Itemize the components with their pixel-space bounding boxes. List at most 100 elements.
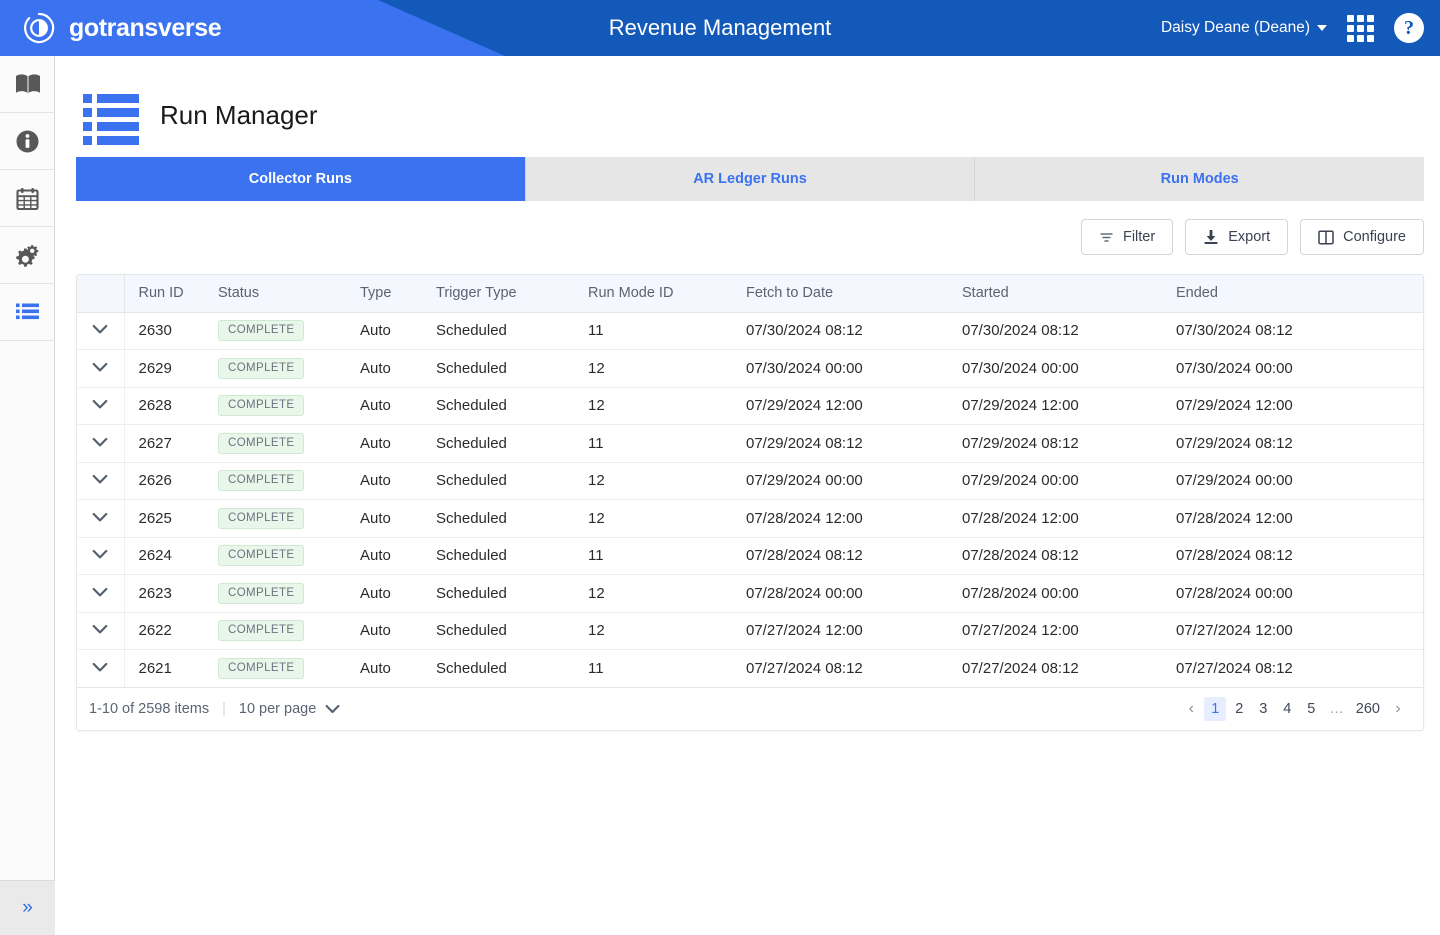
chevron-down-icon[interactable] xyxy=(92,399,108,410)
grid-apps-icon[interactable] xyxy=(1347,14,1374,42)
app-header: gotransverse Revenue Management Daisy De… xyxy=(0,0,1440,56)
cell-started: 07/29/2024 08:12 xyxy=(962,424,1176,463)
table-row[interactable]: 2623 COMPLETE Auto Scheduled 12 07/28/2024 00… xyxy=(77,574,1423,613)
row-expand-cell[interactable] xyxy=(77,649,125,688)
chevron-down-icon[interactable] xyxy=(92,624,108,635)
status-badge: COMPLETE xyxy=(218,470,305,492)
runs-table-card: Run ID Status Type Trigger Type Run Mode… xyxy=(76,274,1424,731)
row-expand-cell[interactable] xyxy=(77,312,125,350)
column-trigger-type[interactable]: Trigger Type xyxy=(436,275,588,313)
chevron-down-icon[interactable] xyxy=(92,474,108,485)
cell-started: 07/28/2024 08:12 xyxy=(962,537,1176,575)
cell-started: 07/28/2024 12:00 xyxy=(962,499,1176,538)
pagination-prev[interactable]: ‹ xyxy=(1180,697,1202,721)
pagination-next[interactable]: › xyxy=(1387,697,1409,721)
table-row[interactable]: 2621 COMPLETE Auto Scheduled 11 07/27/2024 08… xyxy=(77,649,1423,688)
row-expand-cell[interactable] xyxy=(77,537,125,575)
cell-fetch-to-date: 07/27/2024 08:12 xyxy=(746,649,962,688)
cell-type: Auto xyxy=(360,574,436,613)
row-expand-cell[interactable] xyxy=(77,462,125,500)
chevron-down-icon[interactable] xyxy=(92,512,108,523)
table-row[interactable]: 2626 COMPLETE Auto Scheduled 12 07/29/2024 00… xyxy=(77,462,1423,500)
sidebar-item-catalog[interactable] xyxy=(0,56,55,113)
pagination-page[interactable]: 3 xyxy=(1252,697,1274,721)
chevron-down-icon[interactable] xyxy=(92,324,108,335)
column-run-mode-id[interactable]: Run Mode ID xyxy=(588,275,746,313)
gears-icon xyxy=(16,244,39,267)
cell-run-id: 2628 xyxy=(124,387,218,425)
cell-run-id: 2622 xyxy=(124,612,218,650)
column-fetch-to-date[interactable]: Fetch to Date xyxy=(746,275,962,313)
row-expand-cell[interactable] xyxy=(77,387,125,425)
cell-run-id: 2626 xyxy=(124,462,218,500)
cell-started: 07/29/2024 00:00 xyxy=(962,462,1176,500)
table-row[interactable]: 2622 COMPLETE Auto Scheduled 12 07/27/2024 12… xyxy=(77,612,1423,650)
status-badge: COMPLETE xyxy=(218,545,305,567)
row-expand-cell[interactable] xyxy=(77,499,125,538)
row-expand-cell[interactable] xyxy=(77,574,125,613)
row-expand-cell[interactable] xyxy=(77,612,125,650)
filter-button[interactable]: Filter xyxy=(1080,219,1174,255)
tab-ar-ledger-runs[interactable]: AR Ledger Runs xyxy=(525,157,976,201)
chevron-down-icon[interactable] xyxy=(92,662,108,673)
cell-ended: 07/28/2024 00:00 xyxy=(1176,574,1423,613)
sidebar-item-calendar[interactable] xyxy=(0,170,55,227)
status-badge: COMPLETE xyxy=(218,620,305,642)
cell-started: 07/29/2024 12:00 xyxy=(962,387,1176,425)
chevron-down-icon[interactable] xyxy=(92,362,108,373)
cell-status: COMPLETE xyxy=(218,424,360,463)
column-run-id[interactable]: Run ID xyxy=(124,275,218,313)
tab-collector-runs[interactable]: Collector Runs xyxy=(76,157,526,201)
cell-type: Auto xyxy=(360,424,436,463)
export-button-label: Export xyxy=(1228,229,1271,245)
column-type[interactable]: Type xyxy=(360,275,436,313)
user-name-label: Daisy Deane (Deane) xyxy=(1160,19,1310,36)
column-status[interactable]: Status xyxy=(218,275,360,313)
tab-bar: Collector Runs AR Ledger Runs Run Modes xyxy=(76,157,1425,201)
export-button[interactable]: Export xyxy=(1185,219,1289,255)
table-row[interactable]: 2624 COMPLETE Auto Scheduled 11 07/28/2024 08… xyxy=(77,537,1423,575)
circle-swoosh-logo-icon xyxy=(24,12,55,44)
configure-button[interactable]: Configure xyxy=(1300,219,1424,255)
columns-icon xyxy=(1318,230,1334,244)
configure-button-label: Configure xyxy=(1343,229,1406,245)
cell-status: COMPLETE xyxy=(218,537,360,575)
chevron-down-icon xyxy=(325,704,340,714)
row-expand-cell[interactable] xyxy=(77,424,125,463)
column-ended[interactable]: Ended xyxy=(1176,275,1423,313)
pagination-page[interactable]: 2 xyxy=(1228,697,1250,721)
list-blue-icon xyxy=(83,94,139,145)
pagination-page[interactable]: 1 xyxy=(1204,696,1227,721)
help-question-icon[interactable]: ? xyxy=(1394,13,1424,43)
sidebar-expand-toggle[interactable]: » xyxy=(0,880,55,935)
column-started[interactable]: Started xyxy=(962,275,1176,313)
cell-trigger-type: Scheduled xyxy=(436,537,588,575)
pagination-summary: 1-10 of 2598 items | 10 per page xyxy=(89,701,340,717)
column-expand xyxy=(77,275,125,313)
table-row[interactable]: 2628 COMPLETE Auto Scheduled 12 07/29/2024 12… xyxy=(77,387,1423,425)
pagination-page[interactable]: 260 xyxy=(1351,697,1385,721)
tab-run-modes[interactable]: Run Modes xyxy=(975,157,1425,201)
row-expand-cell[interactable] xyxy=(77,349,125,388)
brand[interactable]: gotransverse xyxy=(22,0,222,56)
table-row[interactable]: 2627 COMPLETE Auto Scheduled 11 07/29/2024 08… xyxy=(77,424,1423,463)
item-range-label: 1-10 of 2598 items xyxy=(89,700,210,717)
table-row[interactable]: 2629 COMPLETE Auto Scheduled 12 07/30/2024 00… xyxy=(77,349,1423,388)
pagination-page[interactable]: 5 xyxy=(1300,697,1322,721)
user-menu[interactable]: Daisy Deane (Deane) xyxy=(1161,19,1327,37)
cell-run-mode-id: 11 xyxy=(588,537,746,575)
cell-ended: 07/28/2024 12:00 xyxy=(1176,499,1423,538)
pagination-page[interactable]: 4 xyxy=(1276,697,1298,721)
table-row[interactable]: 2630 COMPLETE Auto Scheduled 11 07/30/2024 08… xyxy=(77,312,1423,350)
chevron-down-icon[interactable] xyxy=(92,549,108,560)
cell-fetch-to-date: 07/29/2024 12:00 xyxy=(746,387,962,425)
sidebar-item-run-manager[interactable] xyxy=(0,284,55,341)
chevron-down-icon[interactable] xyxy=(92,587,108,598)
cell-trigger-type: Scheduled xyxy=(436,499,588,538)
per-page-selector[interactable]: 10 per page xyxy=(239,701,340,717)
sidebar-item-information[interactable] xyxy=(0,113,55,170)
table-row[interactable]: 2625 COMPLETE Auto Scheduled 12 07/28/2024 12… xyxy=(77,499,1423,538)
chevron-down-icon[interactable] xyxy=(92,437,108,448)
sidebar-item-settings[interactable] xyxy=(0,227,55,284)
status-badge: COMPLETE xyxy=(218,320,305,342)
